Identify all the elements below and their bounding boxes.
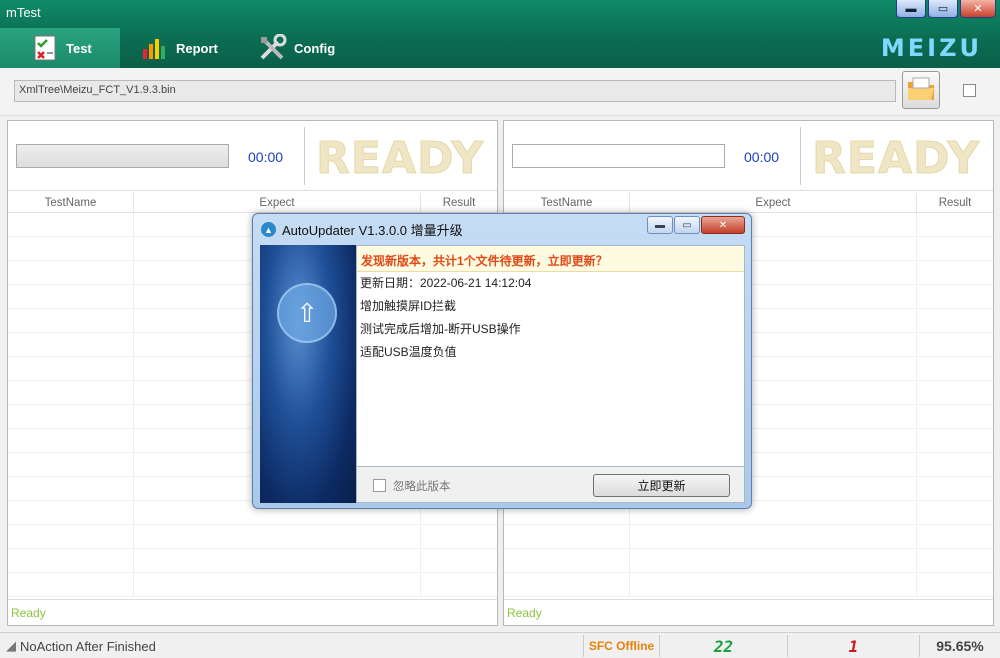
tab-config[interactable]: Config [258,28,335,68]
minimize-button[interactable]: ▬ [896,0,926,18]
app-title: mTest [6,5,41,20]
checklist-icon [30,33,60,63]
cloud-upload-icon: ⇧ [277,283,337,343]
tab-config-label: Config [294,40,336,56]
column-result[interactable]: Result [917,193,993,212]
ignore-version-checkbox[interactable] [373,479,386,492]
status-ready: READY [811,133,981,185]
pass-count: 22 [659,635,787,657]
table-header: TestName Expect Result [8,193,497,213]
tab-report-label: Report [176,40,218,56]
panel-status: Ready [8,599,497,625]
status-bar: ◢ NoAction After Finished SFC Offline 22… [0,632,1000,658]
path-checkbox[interactable] [963,84,976,97]
changelog-item: 适配USB温度负值 [360,345,457,359]
maximize-button[interactable]: ▭ [928,0,958,18]
pass-rate: 95.65% [919,635,1000,657]
dialog-window-controls: ▬ ▭ ✕ [647,216,745,234]
timer: 00:00 [248,149,284,165]
resize-grip-icon: ◢ [6,638,16,653]
column-expect[interactable]: Expect [630,193,917,212]
update-details: 发现新版本，共计1个文件待更新，立即更新？ 更新日期：2022-06-21 14… [356,245,745,467]
dialog-title: AutoUpdater V1.3.0.0 增量升级 [282,223,463,238]
open-folder-button[interactable] [902,71,940,109]
tab-report[interactable]: Report [140,28,218,68]
cloud-update-icon: ▲ [261,222,276,237]
dialog-close-button[interactable]: ✕ [701,216,745,234]
column-result[interactable]: Result [421,193,497,212]
fail-count: 1 [787,635,919,657]
dialog-maximize-button[interactable]: ▭ [674,216,700,234]
progress-bar [512,144,725,168]
column-expect[interactable]: Expect [134,193,421,212]
window-controls: ▬ ▭ ✕ [896,0,996,18]
status-ready: READY [315,133,485,185]
sfc-status: SFC Offline [583,635,659,657]
update-now-button[interactable]: 立即更新 [593,474,730,497]
bar-chart-icon [140,33,170,63]
update-date: 更新日期：2022-06-21 14:12:04 [360,276,532,290]
changelog-item: 增加触摸屏ID拦截 [360,299,457,313]
auto-updater-dialog: ▲ AutoUpdater V1.3.0.0 增量升级 ▬ ▭ ✕ ⇧ 发现新版… [252,213,752,509]
changelog-item: 测试完成后增加-断开USB操作 [360,322,521,336]
dialog-minimize-button[interactable]: ▬ [647,216,673,234]
tools-icon [258,33,288,63]
panel-status: Ready [504,599,993,625]
update-notice: 发现新版本，共计1个文件待更新，立即更新？ [357,246,744,272]
brand-logo: MEIZU [880,34,982,62]
column-testname[interactable]: TestName [8,193,134,212]
ignore-version-label[interactable]: 忽略此版本 [393,478,451,494]
column-testname[interactable]: TestName [504,193,630,212]
folder-icon [906,76,936,105]
tab-test-label: Test [66,40,92,56]
finish-action: NoAction After Finished [20,638,156,654]
path-bar: XmlTree\Meizu_FCT_V1.9.3.bin [0,68,1000,116]
close-button[interactable]: ✕ [960,0,996,18]
table-header: TestName Expect Result [504,193,993,213]
progress-bar [16,144,229,168]
timer: 00:00 [744,149,780,165]
xml-path-input[interactable]: XmlTree\Meizu_FCT_V1.9.3.bin [14,80,896,102]
updater-banner-image: ⇧ [260,245,356,503]
title-bar: mTest ▬ ▭ ✕ Test Report Config MEIZU [0,0,1000,68]
tab-test[interactable]: Test [0,28,120,68]
dialog-footer: 忽略此版本 立即更新 [356,467,745,503]
